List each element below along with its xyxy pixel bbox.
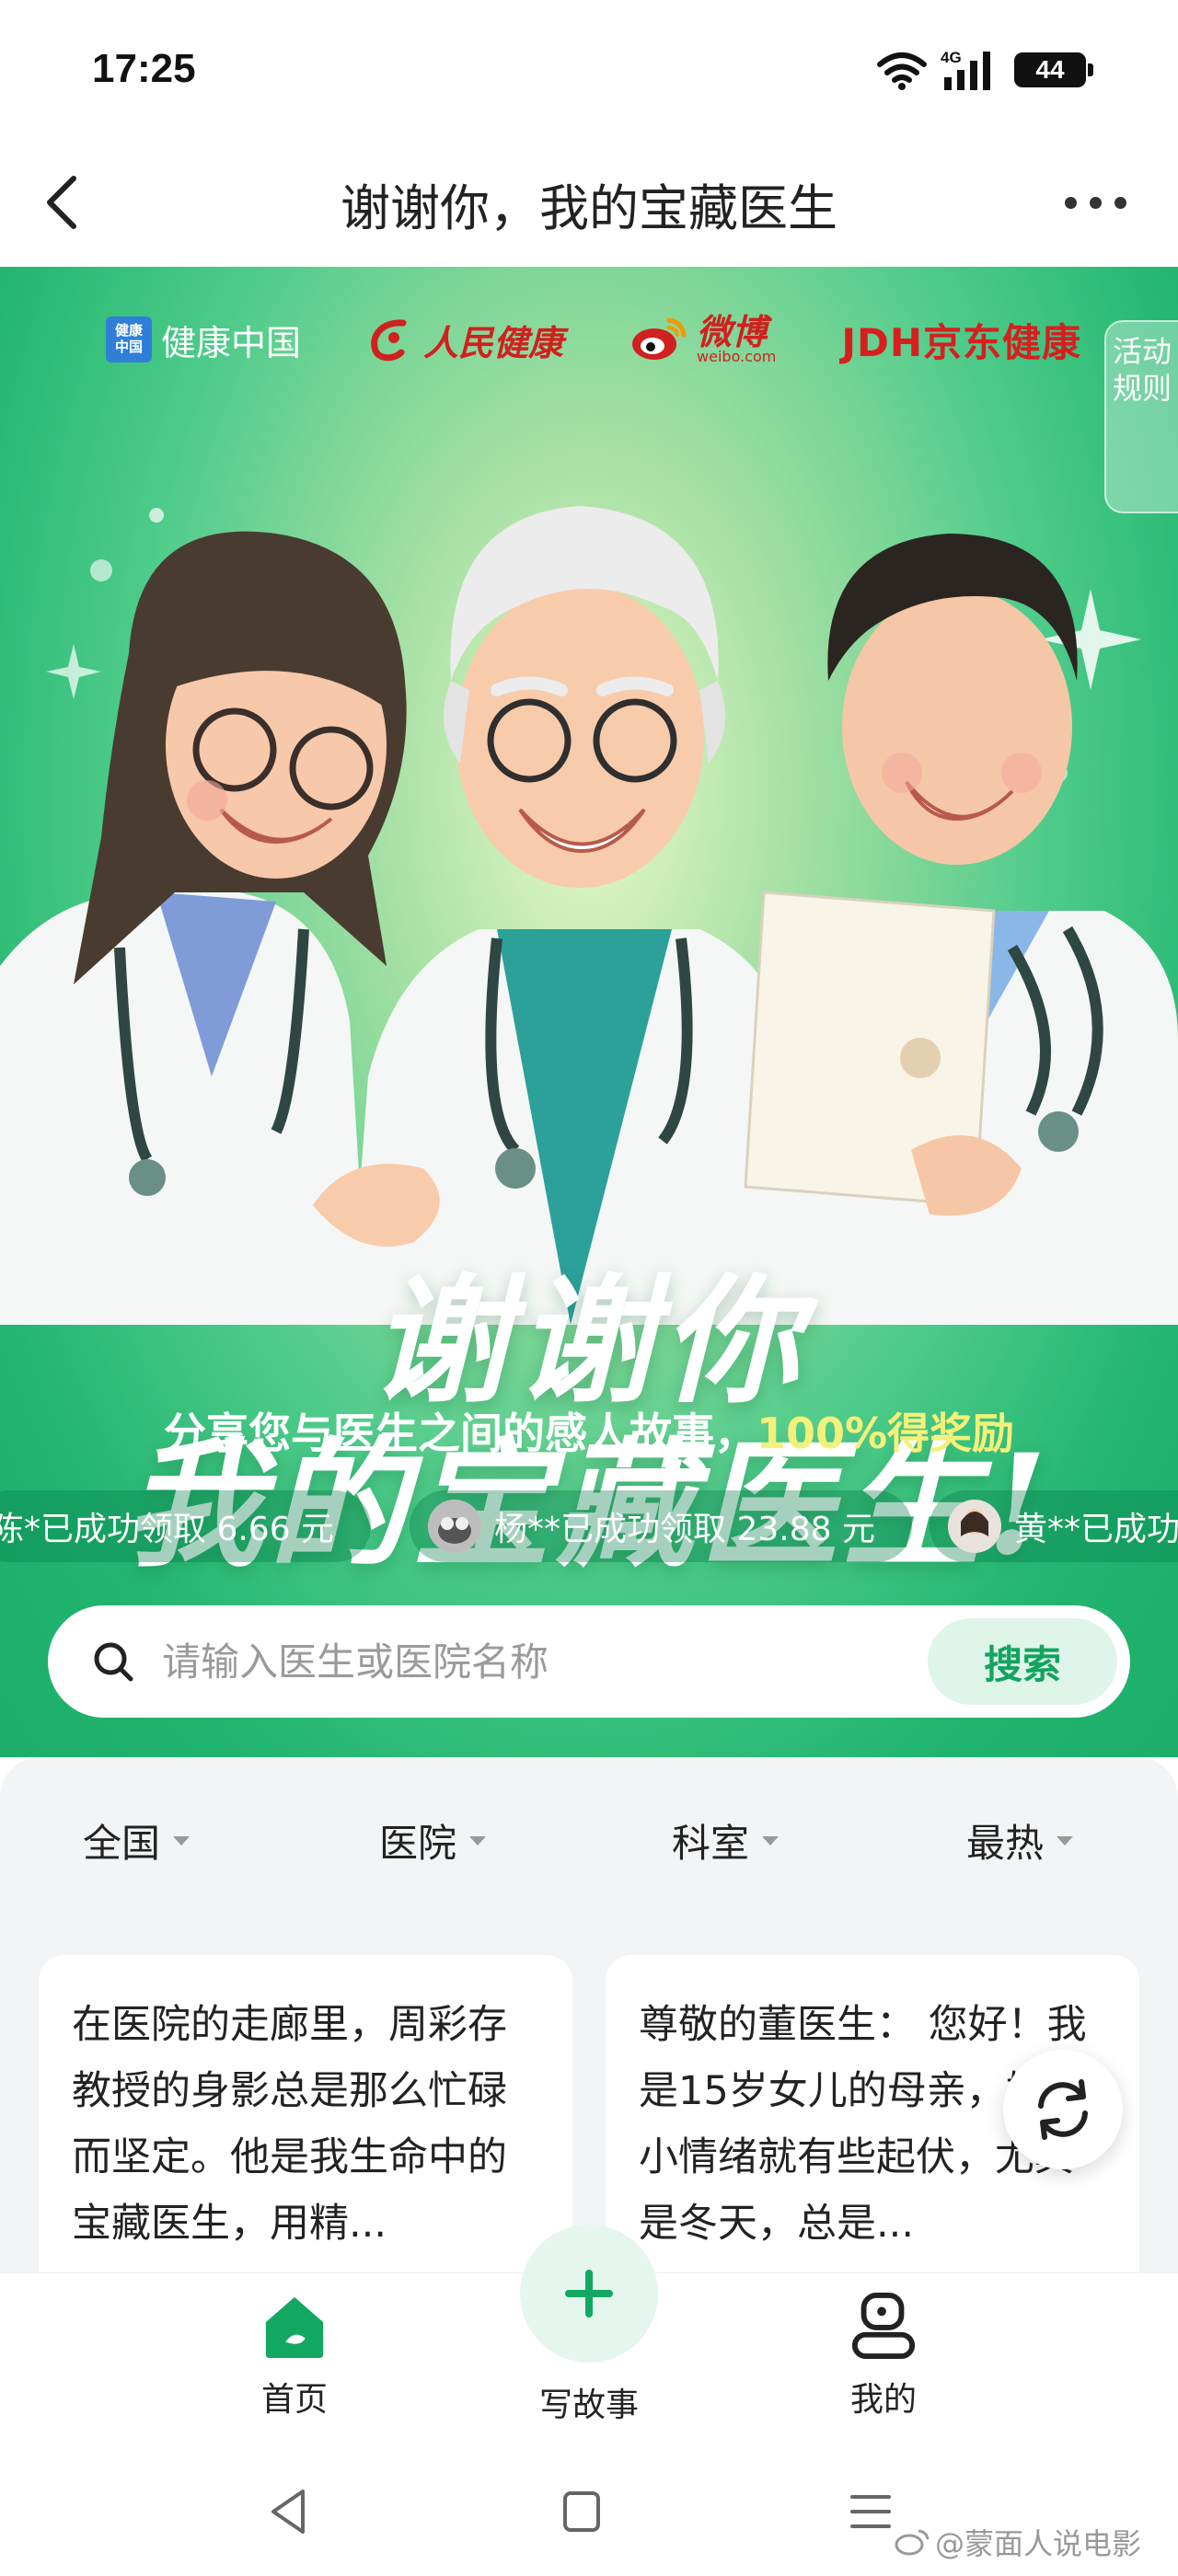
- more-dot-icon: [1064, 196, 1077, 209]
- filter-label: 最热: [966, 1821, 1045, 1866]
- plus-icon: [565, 2270, 613, 2317]
- tab-label: 我的: [849, 2381, 917, 2419]
- doctors-illustration: [0, 506, 1178, 1325]
- subtitle-highlight: 100%得奖励: [756, 1409, 1015, 1458]
- filter-label: 科室: [672, 1821, 750, 1866]
- weibo-wordmark: 微博 weibo.com: [697, 315, 776, 364]
- story-excerpt: 在医院的走廊里，周彩存教授的身影总是那么忙碌而坚定。他是我生命中的宝藏医生，用精…: [72, 2002, 507, 2247]
- caret-down-icon: [762, 1835, 780, 1846]
- battery-icon: 44: [1014, 52, 1093, 87]
- partner-name: 健康中国: [161, 322, 302, 363]
- partner-name: JDH京东健康: [841, 319, 1081, 365]
- renmin-jiankang-logo-icon: [371, 319, 407, 362]
- partner-name: 微博: [697, 312, 768, 352]
- write-story-button[interactable]: [520, 2225, 658, 2363]
- partner-renmin-jiankang: 人民健康: [366, 315, 563, 365]
- hero-subtitle: 分享您与医生之间的感人故事，100%得奖励: [0, 1400, 1178, 1461]
- partner-weibo: 微博 weibo.com: [629, 315, 776, 364]
- search-button[interactable]: 搜索: [928, 1618, 1117, 1705]
- watermark-text: @蒙面人说电影: [934, 2526, 1141, 2561]
- system-home-icon[interactable]: [554, 2484, 609, 2539]
- more-dot-icon: [1089, 196, 1102, 209]
- status-icons: 4G 44: [876, 48, 1093, 92]
- story-list-panel: 全国 医院 科室 最热 在医院的走廊里，周彩存教授的身影总是那么忙碌而坚定。他是…: [0, 1757, 1178, 2272]
- tab-mine[interactable]: 我的: [801, 2292, 966, 2421]
- home-icon: [265, 2296, 324, 2359]
- filter-label: 医院: [379, 1821, 457, 1866]
- ticker-item: 黄**已成功: [930, 1490, 1178, 1562]
- cellular-signal-icon: 4G: [941, 49, 990, 90]
- ticker-text: 杨**已成功领取 23.88 元: [494, 1511, 875, 1548]
- weibo-logo-icon: [895, 2529, 930, 2556]
- nav-bar: 谢谢你，我的宝藏医生: [0, 138, 1178, 267]
- ticker-item: 杨**已成功领取 23.88 元: [410, 1490, 912, 1562]
- partner-name: 人民健康: [423, 321, 564, 363]
- hero-banner: 健康 中国 健康中国 人民健康 微博 weibo.com JDH京东健康 活动规…: [0, 267, 1178, 1757]
- refresh-icon: [1038, 2079, 1088, 2140]
- status-bar: 17:25 4G 44: [0, 0, 1178, 138]
- caret-down-icon: [1057, 1835, 1074, 1846]
- search-input[interactable]: [162, 1631, 944, 1692]
- filter-department[interactable]: 科室: [672, 1812, 780, 1869]
- filter-hospital[interactable]: 医院: [379, 1812, 487, 1869]
- search-bar: 搜索: [48, 1605, 1130, 1718]
- system-back-icon[interactable]: [262, 2484, 318, 2539]
- tab-label: 首页: [260, 2381, 328, 2419]
- refresh-button[interactable]: [1003, 2050, 1123, 2169]
- write-story-label: 写故事: [538, 2386, 639, 2424]
- more-options-button[interactable]: [1049, 170, 1141, 235]
- watermark: @蒙面人说电影: [895, 2521, 1141, 2563]
- subtitle-main: 分享您与医生之间的感人故事，: [163, 1409, 756, 1458]
- system-menu-icon[interactable]: [843, 2484, 898, 2539]
- filter-sort[interactable]: 最热: [966, 1812, 1074, 1869]
- search-icon: [94, 1642, 133, 1682]
- partner-jd-health: JDH京东健康: [841, 312, 1081, 368]
- filter-region[interactable]: 全国: [83, 1812, 191, 1869]
- avatar: [948, 1500, 1001, 1553]
- avatar: [428, 1500, 481, 1553]
- more-dot-icon: [1114, 196, 1126, 209]
- partner-logos: 健康 中国 健康中国 人民健康 微博 weibo.com JDH京东健康: [106, 307, 1081, 372]
- filter-label: 全国: [83, 1821, 161, 1866]
- partner-sub: weibo.com: [697, 348, 777, 365]
- ticker-text: 黄**已成功: [1014, 1511, 1178, 1548]
- system-navigation-bar: @蒙面人说电影: [0, 2438, 1178, 2576]
- jiankang-zhongguo-logo-icon: 健康 中国: [106, 316, 152, 362]
- caret-down-icon: [173, 1835, 191, 1846]
- caret-down-icon: [469, 1835, 487, 1846]
- weibo-logo-icon: [632, 317, 687, 360]
- status-time: 17:25: [92, 46, 196, 91]
- reward-ticker: 陈*已成功领取 6.66 元 杨**已成功领取 23.88 元 黄**已成功: [0, 1490, 1178, 1564]
- headline-line-1: 谢谢你: [370, 1260, 807, 1422]
- partner-jiankang-zhongguo: 健康 中国 健康中国: [106, 315, 301, 365]
- wifi-icon: [877, 52, 927, 90]
- tab-home[interactable]: 首页: [212, 2292, 377, 2421]
- filter-bar: 全国 医院 科室 最热: [0, 1794, 1178, 1868]
- ticker-item: 陈*已成功领取 6.66 元: [0, 1490, 372, 1562]
- profile-icon: [851, 2292, 916, 2360]
- ticker-text: 陈*已成功领取 6.66 元: [0, 1511, 335, 1548]
- story-card[interactable]: 在医院的走廊里，周彩存教授的身影总是那么忙碌而坚定。他是我生命中的宝藏医生，用精…: [39, 1955, 572, 2272]
- page-title: 谢谢你，我的宝藏医生: [341, 179, 837, 237]
- network-type-label: 4G: [941, 49, 962, 66]
